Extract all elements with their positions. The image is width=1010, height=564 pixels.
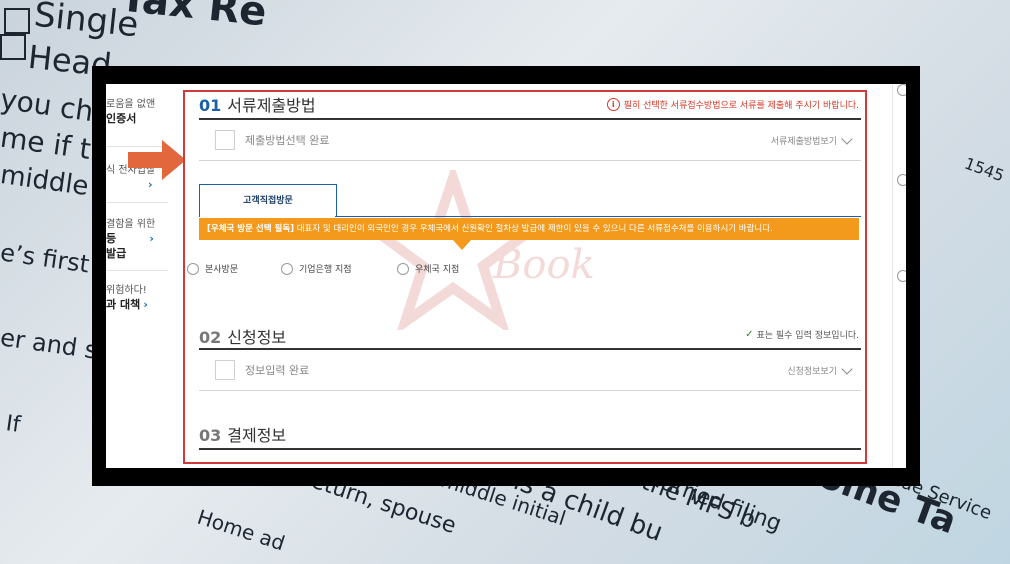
sidebar-item-issuance[interactable]: 결함을 위한 등 › 발급: [106, 218, 170, 262]
radio-button[interactable]: [397, 262, 409, 275]
sidebar-item-title: 과 대책: [106, 298, 141, 311]
info-input-complete[interactable]: 정보입력 완료: [215, 360, 309, 380]
section-divider: [199, 348, 861, 350]
view-toggle-label: 신청정보보기: [787, 367, 837, 377]
submission-notice: i 필히 선택한 서류접수방법으로 서류를 제출해 주시기 바랍니다.: [606, 98, 859, 111]
sidebar-item-risk[interactable]: 위험하다! 과 대책 ›: [106, 284, 170, 313]
bg-text-er: er and s: [0, 323, 100, 365]
view-application-info-toggle[interactable]: 신청정보보기: [787, 362, 853, 377]
check-icon: ✓: [745, 329, 754, 340]
notice-caret: [453, 240, 471, 250]
view-submission-method-toggle[interactable]: 서류제출방법보기: [770, 132, 853, 147]
bg-checkbox: [0, 34, 26, 60]
radio-label: 우체국 지점: [415, 265, 460, 275]
submission-complete-label: 제출방법선택 완료: [245, 134, 330, 147]
radio-head-office[interactable]: 본사방문: [187, 262, 238, 275]
tab-customer-visit[interactable]: 고객직접방문: [199, 184, 337, 217]
star-icon: [361, 162, 545, 335]
section-divider: [199, 118, 861, 120]
sidebar-item-title: 등: [106, 232, 117, 245]
screenshot-frame: 로움을 없앤 인증서 식 전자입찰 › 결함을 위한 등 › 발급 위험하다! …: [92, 66, 920, 486]
sidebar-divider: [106, 270, 168, 271]
chevron-down-icon: [841, 132, 853, 145]
chevron-right-icon: ›: [143, 298, 148, 311]
required-note-text: 표는 필수 입력 정보입니다.: [756, 331, 859, 341]
sidebar-item-line: 로움을 없앤: [106, 99, 156, 110]
post-office-notice: [우체국 방문 선택 필독] 대표자 및 대리인이 외국인인 경우 우체국에서 …: [199, 218, 859, 240]
row-divider: [199, 160, 861, 161]
tab-underline: [335, 216, 861, 217]
chevron-right-icon: ›: [149, 232, 154, 245]
bg-text-tax-return: Tax Re: [117, 0, 269, 36]
sidebar-item-line: 결함을 위한: [106, 219, 156, 230]
sidebar-divider: [106, 202, 168, 203]
section-title-text: 서류제출방법: [227, 96, 316, 115]
submission-complete-checkbox[interactable]: [215, 130, 235, 150]
radio-button[interactable]: [897, 174, 906, 186]
submission-method-complete[interactable]: 제출방법선택 완료: [215, 130, 329, 150]
web-page: 로움을 없앤 인증서 식 전자입찰 › 결함을 위한 등 › 발급 위험하다! …: [106, 84, 906, 468]
application-form: Book 01 서류제출방법 i 필히 선택한 서류접수방법으로 서류를 제출해 …: [183, 90, 867, 464]
sidebar-item-title: 인증서: [106, 112, 137, 125]
pointer-arrow-icon: [128, 140, 186, 180]
post-office-notice-text: 대표자 및 대리인이 외국인인 경우 우체국에서 신원확인 절차상 발급에 제한…: [294, 224, 773, 234]
row-divider: [199, 390, 861, 391]
sidebar-item-line: 위험하다!: [106, 285, 147, 296]
bg-text-single: Single: [32, 0, 141, 46]
bg-text-if: If: [4, 411, 22, 438]
radio-ibk-branch[interactable]: 기업은행 지점: [281, 262, 352, 275]
chevron-down-icon: [841, 362, 853, 375]
radio-button[interactable]: [897, 270, 906, 282]
watermark-logo: Book: [361, 162, 633, 335]
required-field-note: ✓ 표는 필수 입력 정보입니다.: [745, 328, 859, 341]
section-title-submission: 01 서류제출방법: [199, 92, 316, 116]
section-number: 02: [199, 328, 222, 347]
section-title-text: 결제정보: [227, 426, 287, 445]
watermark-text: Book: [493, 242, 595, 288]
info-complete-label: 정보입력 완료: [245, 364, 310, 377]
info-icon: i: [606, 98, 620, 111]
info-complete-checkbox[interactable]: [215, 360, 235, 380]
radio-button[interactable]: [281, 262, 293, 275]
right-panel-fragment: [892, 84, 906, 468]
section-title-text: 신청정보: [227, 328, 287, 347]
bg-text-middle: middle: [0, 159, 91, 203]
section-title-application: 02 신청정보: [199, 324, 286, 348]
radio-button[interactable]: [187, 262, 199, 275]
view-toggle-label: 서류제출방법보기: [770, 137, 837, 147]
section-divider: [199, 448, 861, 450]
sidebar-item-certificate[interactable]: 로움을 없앤 인증서: [106, 98, 170, 127]
bg-text-number: 1545: [961, 153, 1007, 186]
bg-checkbox: [4, 8, 30, 34]
sidebar-item-title: 발급: [106, 247, 127, 260]
radio-post-office[interactable]: 우체국 지점: [397, 262, 459, 275]
section-number: 03: [199, 426, 222, 445]
section-number: 01: [199, 96, 222, 115]
radio-label: 본사방문: [205, 265, 239, 275]
radio-button[interactable]: [897, 84, 906, 96]
submission-notice-text: 필히 선택한 서류접수방법으로 서류를 제출해 주시기 바랍니다.: [623, 101, 859, 111]
radio-label: 기업은행 지점: [299, 265, 352, 275]
post-office-notice-title: [우체국 방문 선택 필독]: [207, 224, 295, 234]
bg-text-home: Home ad: [194, 504, 288, 556]
section-title-payment: 03 결제정보: [199, 422, 286, 446]
